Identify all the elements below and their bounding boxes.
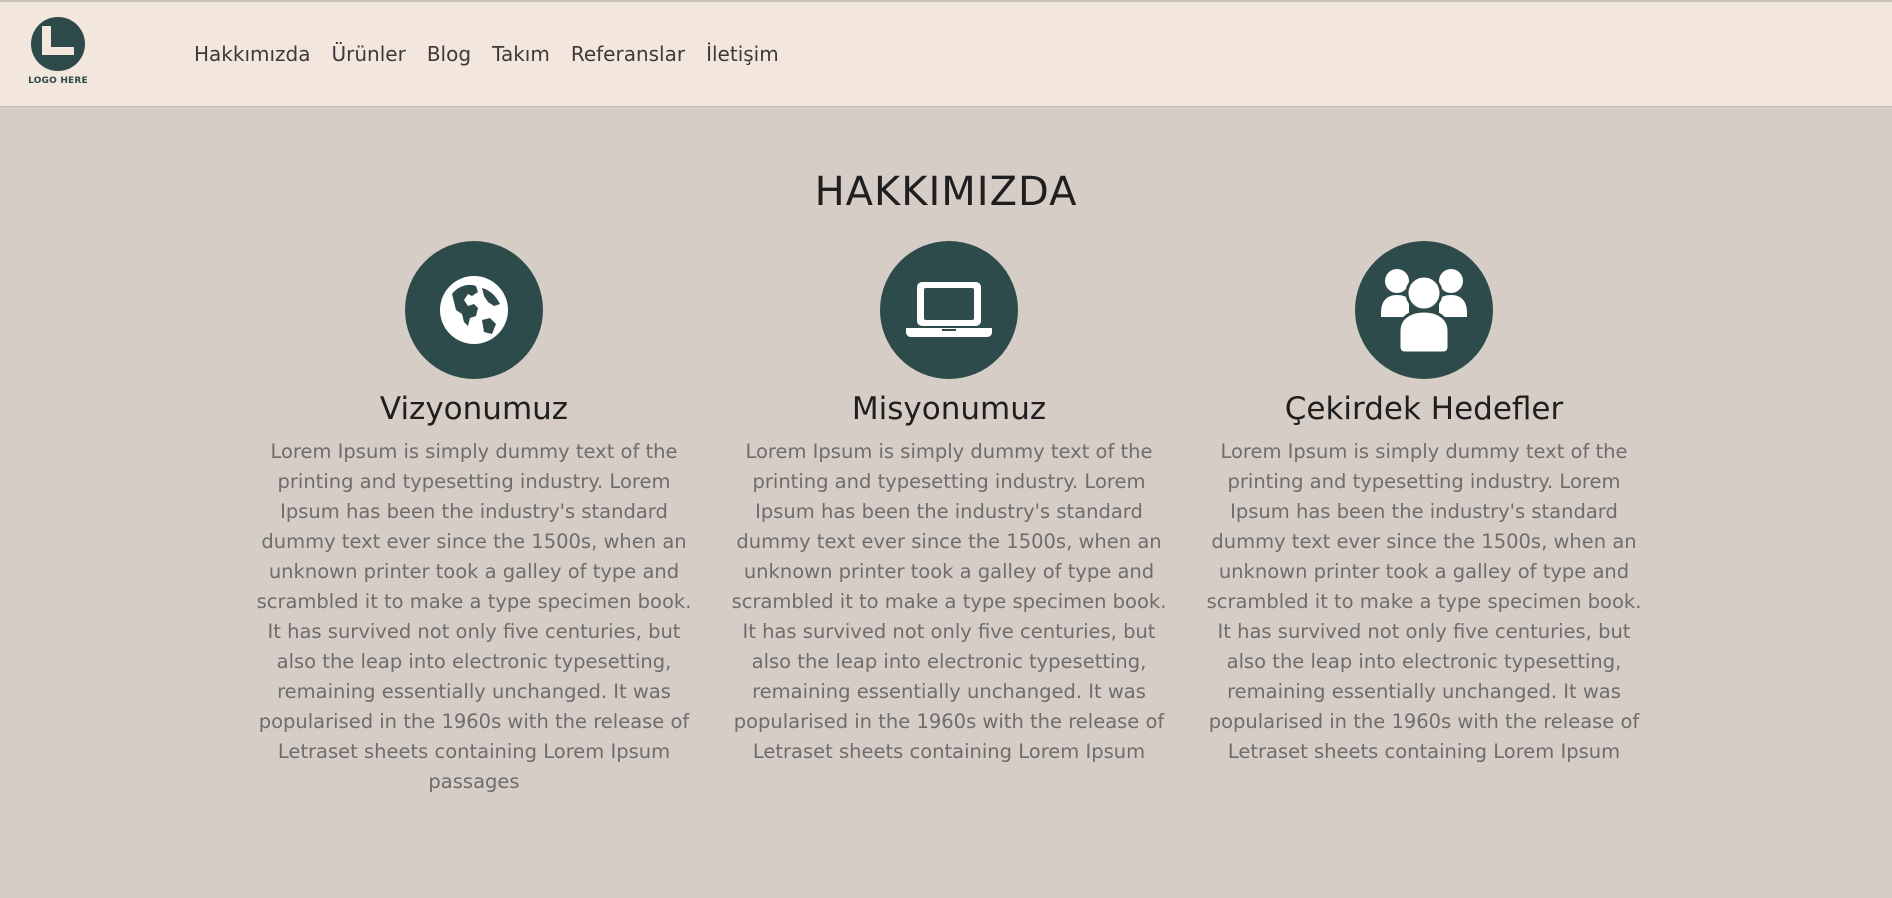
logo[interactable]: LOGO HERE [24,16,92,90]
nav-item-referanslar[interactable]: Referanslar [571,42,685,66]
section-title: HAKKIMIZDA [814,169,1078,215]
card-mission: Misyonumuz Lorem Ipsum is simply dummy t… [729,241,1169,767]
logo-icon [31,17,85,71]
nav-item-takim[interactable]: Takım [492,42,550,66]
nav-item-iletisim[interactable]: İletişim [706,42,779,66]
laptop-icon [906,282,992,337]
card-vision: Vizyonumuz Lorem Ipsum is simply dummy t… [254,241,694,797]
card-text: Lorem Ipsum is simply dummy text of the … [256,440,692,793]
card-text: Lorem Ipsum is simply dummy text of the … [1206,440,1642,763]
nav-item-urunler[interactable]: Ürünler [332,42,406,66]
card-title: Vizyonumuz [379,391,569,427]
logo-text: LOGO HERE [28,76,88,86]
site-header: LOGO HERE Hakkımızda Ürünler Blog Takım … [0,2,1892,107]
card-icon-circle [880,241,1018,379]
card-icon-circle [405,241,543,379]
card-title: Misyonumuz [851,391,1047,427]
nav-item-hakkimizda[interactable]: Hakkımızda [194,42,311,66]
card-icon-circle [1355,241,1493,379]
card-text: Lorem Ipsum is simply dummy text of the … [731,440,1167,763]
nav-item-blog[interactable]: Blog [427,42,471,66]
globe-icon [440,276,508,344]
card-title: Çekirdek Hedefler [1284,391,1564,427]
card-core-goals: Çekirdek Hedefler Lorem Ipsum is simply … [1204,241,1644,767]
users-icon [1381,269,1467,353]
main-nav: Hakkımızda Ürünler Blog Takım Referansla… [194,42,800,66]
